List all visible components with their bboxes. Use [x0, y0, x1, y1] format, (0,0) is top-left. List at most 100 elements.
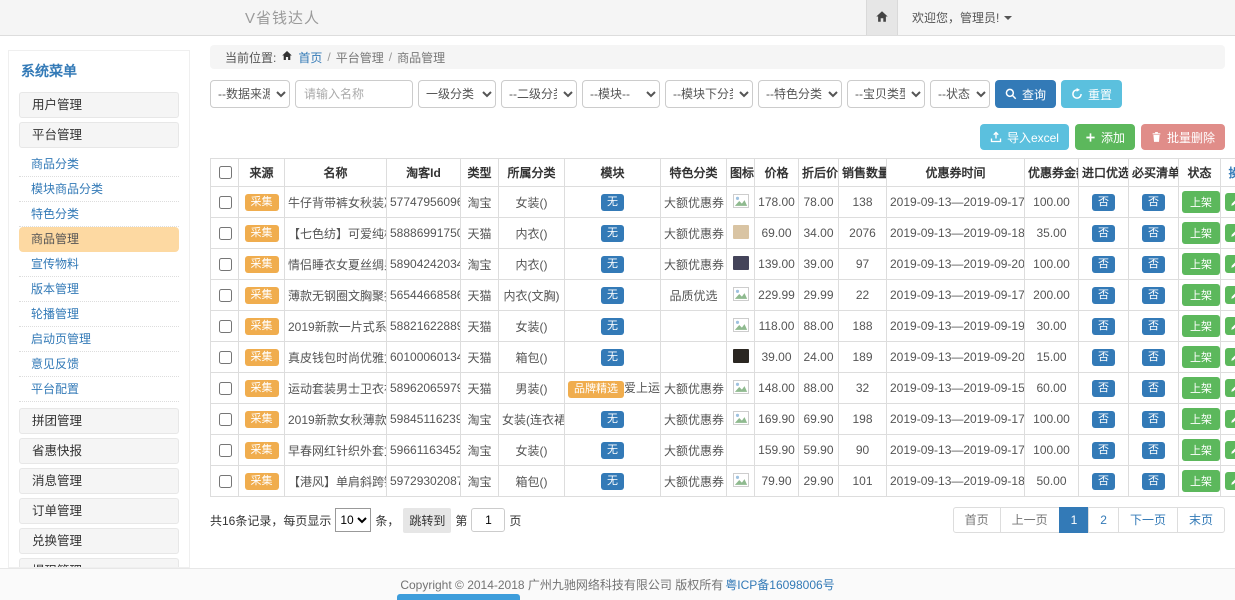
imported-toggle[interactable]: 否 [1092, 380, 1115, 397]
feature-category-select[interactable]: --特色分类-- [758, 80, 842, 108]
status-button[interactable]: 上架 [1182, 439, 1220, 461]
row-checkbox[interactable] [219, 320, 232, 333]
status-button[interactable]: 上架 [1182, 253, 1220, 275]
item-type-select[interactable]: --宝贝类型-- [847, 80, 925, 108]
status-button[interactable]: 上架 [1182, 377, 1220, 399]
sales-cell: 32 [839, 373, 887, 404]
must-buy-toggle[interactable]: 否 [1142, 225, 1165, 242]
edit-button[interactable] [1225, 193, 1235, 211]
status-select[interactable]: --状态-- [930, 80, 990, 108]
sidebar-subitem-2[interactable]: 商品分类 [19, 152, 179, 177]
edit-button[interactable] [1225, 441, 1235, 459]
edit-button[interactable] [1225, 317, 1235, 335]
batch-delete-button[interactable]: 批量删除 [1141, 124, 1225, 150]
sidebar-item-15[interactable]: 订单管理 [19, 498, 179, 524]
jump-button[interactable]: 跳转到 [403, 508, 451, 533]
imported-toggle[interactable]: 否 [1092, 194, 1115, 211]
row-checkbox[interactable] [219, 227, 232, 240]
status-button[interactable]: 上架 [1182, 284, 1220, 306]
row-checkbox[interactable] [219, 258, 232, 271]
add-button[interactable]: 添加 [1075, 124, 1135, 150]
search-button[interactable]: 查询 [995, 80, 1056, 108]
imported-toggle[interactable]: 否 [1092, 287, 1115, 304]
home-button[interactable] [866, 0, 898, 35]
edit-button[interactable] [1225, 224, 1235, 242]
table-header-row: 来源名称淘客Id类型所属分类模块特色分类图标价格折后价销售数量优惠券时间优惠券金… [211, 159, 1235, 187]
edit-button[interactable] [1225, 255, 1235, 273]
edit-button[interactable] [1225, 286, 1235, 304]
imported-toggle[interactable]: 否 [1092, 349, 1115, 366]
sidebar-subitem-10[interactable]: 意见反馈 [19, 352, 179, 377]
row-checkbox[interactable] [219, 475, 232, 488]
imported-toggle[interactable]: 否 [1092, 225, 1115, 242]
breadcrumb-home-link[interactable]: 首页 [298, 49, 322, 66]
row-checkbox[interactable] [219, 196, 232, 209]
name-input[interactable] [295, 80, 413, 108]
row-checkbox[interactable] [219, 289, 232, 302]
must-buy-toggle[interactable]: 否 [1142, 318, 1165, 335]
sidebar-item-0[interactable]: 用户管理 [19, 92, 179, 118]
must-buy-toggle[interactable]: 否 [1142, 380, 1165, 397]
reset-button[interactable]: 重置 [1061, 80, 1122, 108]
status-button[interactable]: 上架 [1182, 408, 1220, 430]
data-source-select[interactable]: --数据来源-- [210, 80, 290, 108]
status-button[interactable]: 上架 [1182, 222, 1220, 244]
sidebar-item-14[interactable]: 消息管理 [19, 468, 179, 494]
sidebar-subitem-4[interactable]: 特色分类 [19, 202, 179, 227]
imported-toggle[interactable]: 否 [1092, 411, 1115, 428]
module-select[interactable]: --模块-- [582, 80, 660, 108]
row-checkbox[interactable] [219, 444, 232, 457]
per-page-select[interactable]: 10 [335, 508, 371, 532]
discount-price-cell: 88.00 [799, 373, 839, 404]
page-item-4[interactable]: 下一页 [1118, 507, 1178, 533]
sidebar-item-1[interactable]: 平台管理 [19, 122, 179, 148]
status-button[interactable]: 上架 [1182, 315, 1220, 337]
level2-category-select[interactable]: --二级分类-- [501, 80, 577, 108]
imported-toggle[interactable]: 否 [1092, 442, 1115, 459]
sidebar-subitem-6[interactable]: 宣传物料 [19, 252, 179, 277]
edit-button[interactable] [1225, 472, 1235, 490]
sidebar-item-13[interactable]: 省惠快报 [19, 438, 179, 464]
select-all-checkbox[interactable] [219, 166, 232, 179]
icp-link[interactable]: 粤ICP备16098006号 [725, 576, 834, 593]
page-item-3[interactable]: 2 [1088, 507, 1119, 533]
sidebar-item-17[interactable]: 提现管理 [19, 558, 179, 568]
edit-button[interactable] [1225, 379, 1235, 397]
module-subcategory-select[interactable]: --模块下分类-- [665, 80, 753, 108]
row-checkbox[interactable] [219, 413, 232, 426]
must-buy-toggle[interactable]: 否 [1142, 349, 1165, 366]
edit-button[interactable] [1225, 348, 1235, 366]
sidebar-item-16[interactable]: 兑换管理 [19, 528, 179, 554]
page-item-1[interactable]: 上一页 [1000, 507, 1060, 533]
sidebar-item-12[interactable]: 拼团管理 [19, 408, 179, 434]
row-checkbox[interactable] [219, 382, 232, 395]
must-buy-toggle[interactable]: 否 [1142, 194, 1165, 211]
page-item-2[interactable]: 1 [1059, 507, 1090, 533]
sidebar-subitem-11[interactable]: 平台配置 [19, 377, 179, 402]
must-buy-toggle[interactable]: 否 [1142, 287, 1165, 304]
page-item-0[interactable]: 首页 [953, 507, 1001, 533]
must-buy-toggle[interactable]: 否 [1142, 442, 1165, 459]
must-buy-toggle[interactable]: 否 [1142, 473, 1165, 490]
status-button[interactable]: 上架 [1182, 346, 1220, 368]
page-number-input[interactable] [471, 508, 505, 532]
sidebar-subitem-3[interactable]: 模块商品分类 [19, 177, 179, 202]
must-buy-cell: 否 [1129, 280, 1179, 311]
imported-toggle[interactable]: 否 [1092, 473, 1115, 490]
sidebar-subitem-5[interactable]: 商品管理 [19, 227, 179, 252]
edit-button[interactable] [1225, 410, 1235, 428]
import-excel-button[interactable]: 导入excel [980, 124, 1069, 150]
must-buy-toggle[interactable]: 否 [1142, 256, 1165, 273]
imported-toggle[interactable]: 否 [1092, 318, 1115, 335]
sidebar-subitem-9[interactable]: 启动页管理 [19, 327, 179, 352]
status-button[interactable]: 上架 [1182, 191, 1220, 213]
sidebar-subitem-8[interactable]: 轮播管理 [19, 302, 179, 327]
row-checkbox[interactable] [219, 351, 232, 364]
status-button[interactable]: 上架 [1182, 470, 1220, 492]
must-buy-toggle[interactable]: 否 [1142, 411, 1165, 428]
user-menu[interactable]: 欢迎您，管理员! [912, 9, 1012, 26]
imported-toggle[interactable]: 否 [1092, 256, 1115, 273]
sidebar-subitem-7[interactable]: 版本管理 [19, 277, 179, 302]
level1-category-select[interactable]: 一级分类 [418, 80, 496, 108]
page-item-5[interactable]: 末页 [1177, 507, 1225, 533]
